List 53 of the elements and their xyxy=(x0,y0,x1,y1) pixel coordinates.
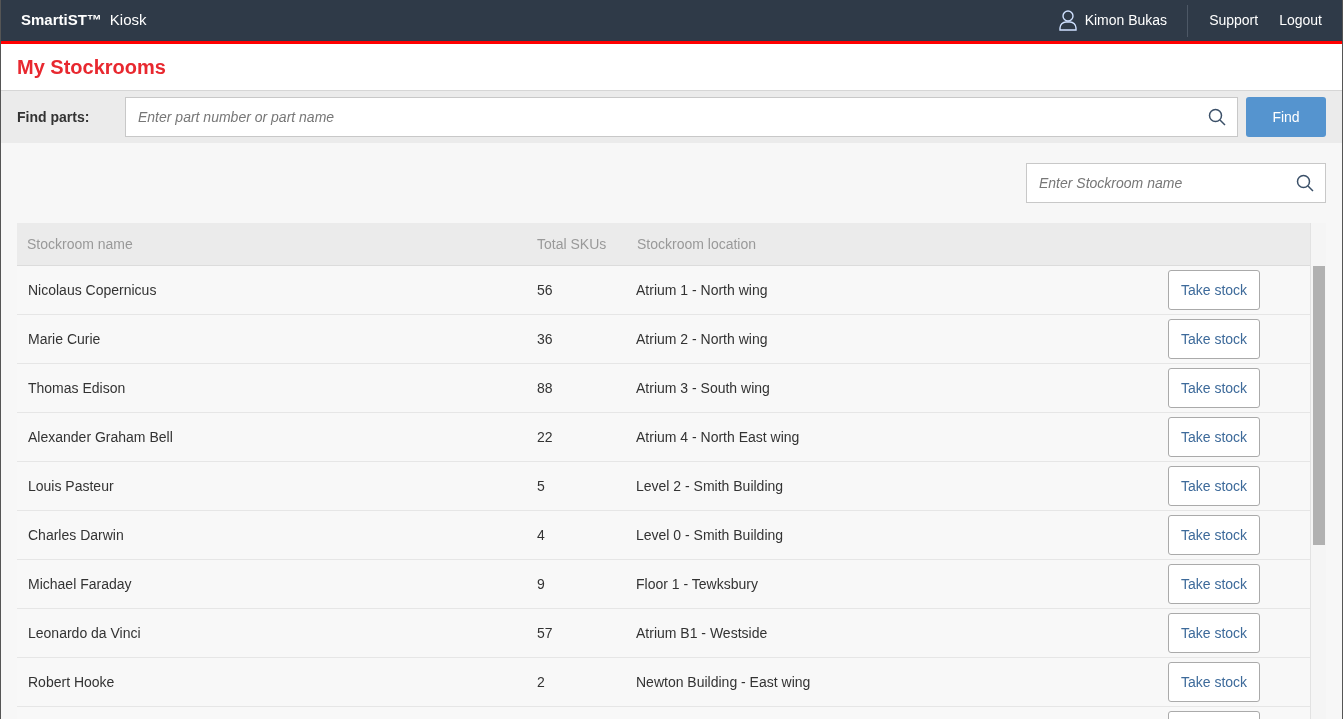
table-cell-text: 36 xyxy=(537,329,554,349)
take-stock-button[interactable]: Take stock xyxy=(1168,515,1260,555)
table-cell-text: Thomas Edison xyxy=(27,378,127,398)
table-cell-text: Leonardo da Vinci xyxy=(27,623,142,643)
column-header: Stockroom location xyxy=(637,234,758,254)
table-cell-text: 22 xyxy=(537,427,554,447)
header-link[interactable]: Support xyxy=(1209,10,1259,31)
table-cell-text: 57 xyxy=(537,623,554,643)
table-cell-text: 5 xyxy=(537,476,546,496)
table-cell-text: Robert Hooke xyxy=(27,672,116,692)
find-button[interactable]: Find xyxy=(1246,97,1326,137)
search-icon xyxy=(1296,174,1314,192)
table-cell-text: Alexander Graham Bell xyxy=(27,427,174,447)
take-stock-button[interactable]: Take stock xyxy=(1168,613,1260,653)
part-search-field[interactable]: Enter part number or part name xyxy=(125,97,1238,137)
table-cell-text: 9 xyxy=(537,574,546,594)
table-cell-text: Level 2 - Smith Building xyxy=(636,476,785,496)
page-title: My Stockrooms xyxy=(17,55,166,80)
table-cell-text: Nicolaus Copernicus xyxy=(27,280,158,300)
table-cell-text: Marie Curie xyxy=(27,329,102,349)
table-cell-text: Michael Faraday xyxy=(27,574,133,594)
search-icon xyxy=(1208,108,1226,126)
take-stock-button[interactable]: Take stock xyxy=(1168,319,1260,359)
table-cell-text: Atrium B1 - Westside xyxy=(636,623,769,643)
take-stock-button[interactable]: Take stock xyxy=(1168,270,1260,310)
scrollbar-thumb[interactable] xyxy=(1312,266,1325,545)
table-cell-text: Atrium 4 - North East wing xyxy=(636,427,801,447)
table-cell-text: Atrium 3 - South wing xyxy=(636,378,771,398)
user-icon xyxy=(1058,10,1077,31)
table-cell-text: 88 xyxy=(537,378,554,398)
column-header: Stockroom name xyxy=(26,234,134,254)
column-header: Total SKUs xyxy=(537,234,608,254)
table-cell-text: Newton Building - East wing xyxy=(636,672,812,692)
take-stock-button[interactable]: Take stock xyxy=(1168,564,1260,604)
table-cell-text: Atrium 2 - North wing xyxy=(636,329,769,349)
take-stock-button[interactable]: Take stock xyxy=(1168,368,1260,408)
user-name: Kimon Bukas xyxy=(1084,11,1168,30)
table-cell-text: Level 0 - Smith Building xyxy=(636,525,785,545)
stockroom-search-field[interactable]: Enter Stockroom name xyxy=(1026,163,1326,203)
find-parts-label: Find parts: xyxy=(17,107,91,127)
table-cell-text: Floor 1 - Tewksbury xyxy=(636,574,759,594)
take-stock-button[interactable]: Take stock xyxy=(1168,662,1260,702)
table-cell-text: Louis Pasteur xyxy=(27,476,115,496)
take-stock-button[interactable]: Take stock xyxy=(1168,417,1260,457)
table-cell-text: 2 xyxy=(537,672,546,692)
table-cell-text: Charles Darwin xyxy=(27,525,125,545)
table-cell-text: 56 xyxy=(537,280,554,300)
brand-name: SmartiST™ xyxy=(21,10,102,31)
table-cell-text: 4 xyxy=(537,525,546,545)
table-cell-text: Atrium 1 - North wing xyxy=(636,280,769,300)
app-name: Kiosk xyxy=(109,10,147,31)
take-stock-button[interactable]: Take stock xyxy=(1168,466,1260,506)
header-link[interactable]: Logout xyxy=(1279,10,1322,31)
